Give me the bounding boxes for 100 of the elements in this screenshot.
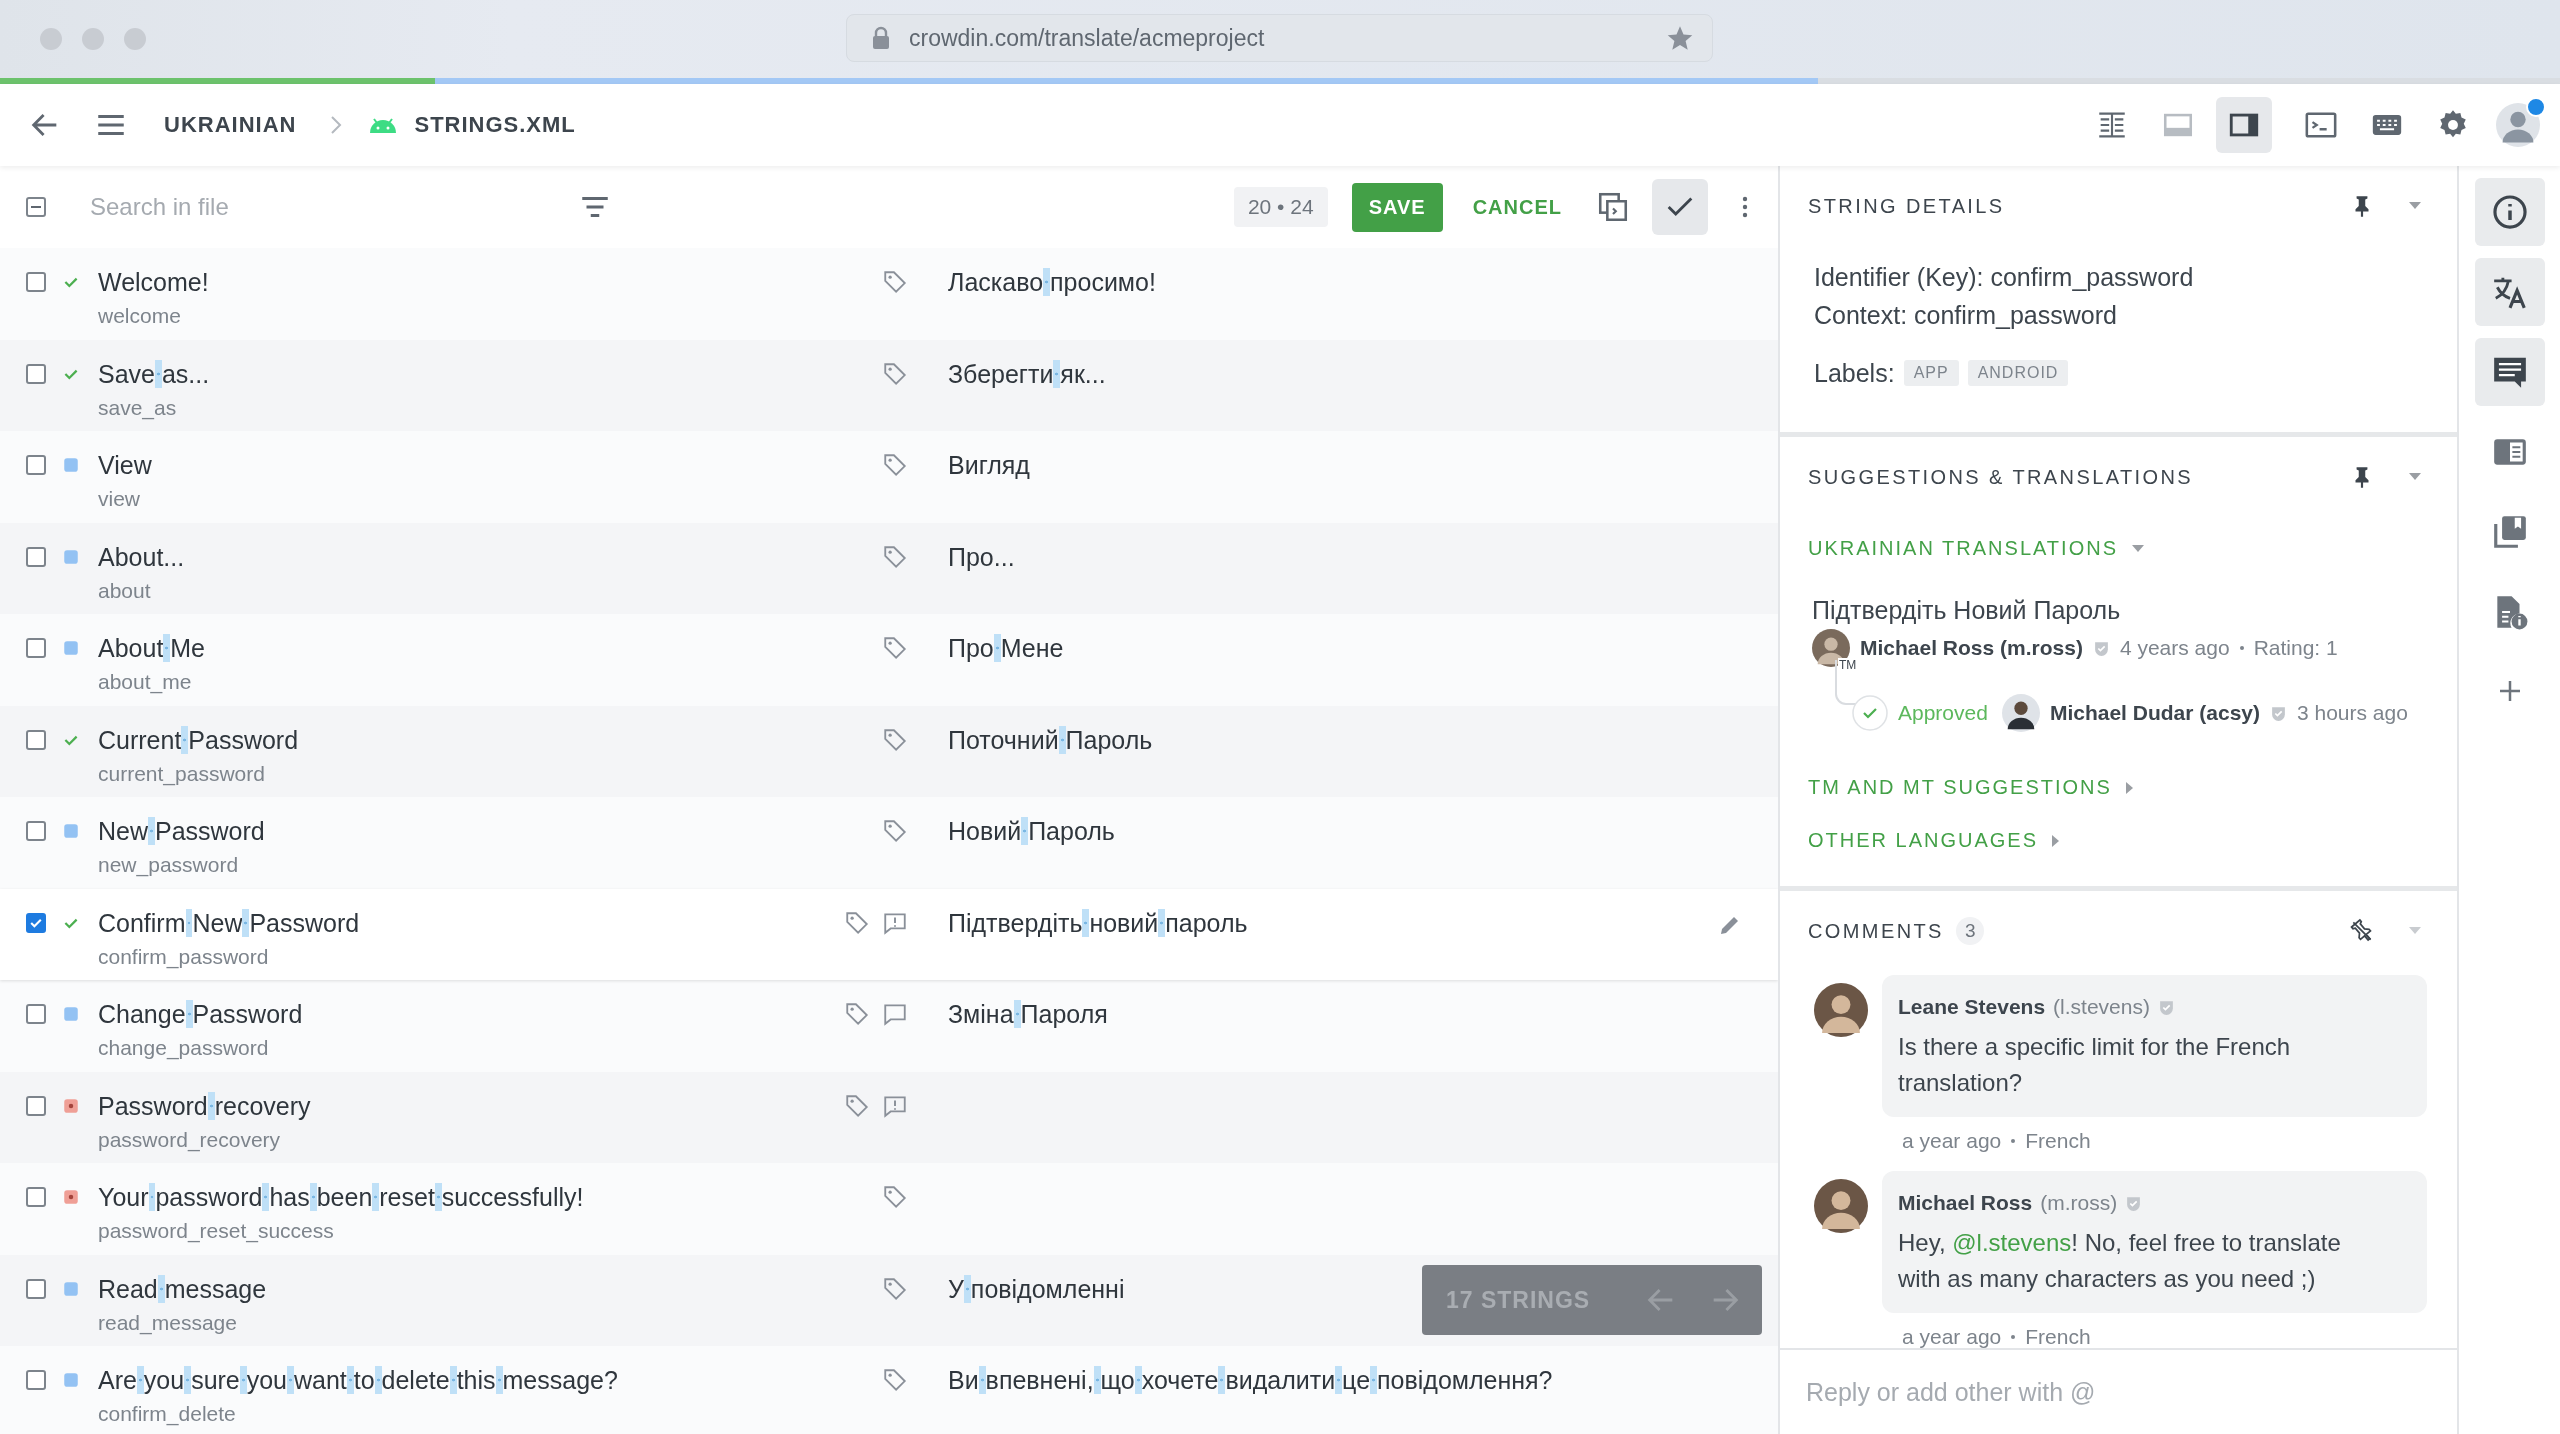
string-row[interactable]: New Password new_password Новий Пароль — [0, 797, 1778, 889]
translation-text: Про Мене — [948, 634, 1064, 662]
source-text: Confirm New Password — [98, 907, 360, 939]
layout-button[interactable] — [2216, 97, 2272, 153]
tag-icon[interactable] — [882, 543, 908, 570]
section-title: SUGGESTIONS & TRANSLATIONS — [1808, 465, 2194, 489]
url-text: crowdin.com/translate/acmeproject — [909, 24, 1266, 52]
string-row[interactable]: Password recovery password_recovery — [0, 1071, 1778, 1163]
tag-icon[interactable] — [882, 360, 908, 387]
row-checkbox[interactable] — [26, 1095, 46, 1116]
string-key: about_me — [98, 670, 192, 694]
more-icon[interactable] — [1742, 195, 1748, 219]
copy-icon[interactable] — [1596, 190, 1630, 224]
string-row[interactable]: Welcome! welcome Ласкаво просимо! — [0, 248, 1778, 340]
user-avatar — [2001, 694, 2040, 732]
caret-right-icon — [2052, 834, 2061, 847]
tag-icon[interactable] — [882, 269, 908, 295]
comment-count: 3 — [1955, 917, 1985, 945]
separator-dot — [2011, 1139, 2016, 1143]
info-icon — [2490, 193, 2529, 231]
source-text: About Me — [98, 633, 206, 664]
select-all-checkbox[interactable] — [26, 197, 46, 217]
panel-toggle-button[interactable] — [2474, 178, 2545, 246]
row-checkbox[interactable] — [26, 729, 46, 750]
user-avatar — [1814, 983, 1868, 1037]
search-field[interactable]: Search in file — [88, 192, 572, 222]
tag-icon[interactable] — [844, 1001, 870, 1027]
row-checkbox[interactable] — [26, 1004, 46, 1024]
comment-icon[interactable] — [882, 1001, 908, 1027]
tag-icon[interactable] — [882, 1184, 908, 1210]
translation-text: У повідомленні — [948, 1274, 1125, 1303]
source-text: View — [98, 450, 152, 481]
string-row[interactable]: Change Password change_password Зміна Пароля — [0, 980, 1778, 1072]
caret-down-icon — [2132, 544, 2144, 553]
file-name: STRINGS.XML — [414, 112, 576, 138]
verified-icon — [2092, 639, 2110, 657]
source-text: Current Password — [98, 724, 299, 756]
string-row[interactable]: Save as... save_as Зберегти як... — [0, 339, 1778, 431]
source-text: New Password — [98, 816, 265, 847]
row-checkbox[interactable] — [26, 912, 46, 933]
android-icon — [368, 116, 399, 134]
row-checkbox[interactable] — [26, 363, 46, 384]
caret-right-icon — [2125, 781, 2134, 794]
translation-text: Поточний Пароль — [948, 725, 1153, 754]
identifier-text: Identifier (Key): confirm_password — [1814, 262, 2195, 293]
verified-icon — [2157, 998, 2175, 1016]
row-checkbox[interactable] — [26, 821, 46, 841]
tag-icon[interactable] — [882, 452, 908, 478]
string-row[interactable]: About Me about_me Про Мене — [0, 614, 1778, 706]
string-key: password_recovery — [98, 1127, 281, 1152]
tag-icon[interactable] — [882, 1367, 908, 1393]
row-checkbox[interactable] — [26, 546, 46, 567]
string-counter: 20 • 24 — [1233, 187, 1328, 227]
comment-text: Is there a specific limit for the French translation? — [1898, 1032, 2292, 1098]
rating-text: Rating: 1 — [2253, 636, 2338, 660]
string-row[interactable]: Are you sure you want to delete this message? confirm_delete Ви впевнені, що хочете видалити це повідомлення? — [0, 1346, 1778, 1434]
translation-text: Зберегти як... — [948, 359, 1106, 388]
panel-toggle-button[interactable] — [2474, 258, 2545, 326]
string-key: welcome — [98, 304, 181, 328]
row-checkbox[interactable] — [26, 1187, 46, 1207]
chevron-right-icon — [330, 115, 343, 135]
timestamp: a year ago — [1902, 1325, 2002, 1348]
source-text: Password recovery — [98, 1090, 311, 1122]
translation-text: Новий Пароль — [948, 817, 1115, 845]
string-key: new_password — [98, 853, 239, 877]
string-row[interactable]: Current Password current_password Поточний Пароль — [0, 705, 1778, 797]
user-avatar[interactable] — [2496, 103, 2540, 147]
row-checkbox[interactable] — [26, 638, 46, 658]
translation-text: Про... — [948, 542, 1015, 571]
row-checkbox[interactable] — [26, 455, 46, 475]
row-checkbox[interactable] — [26, 272, 46, 292]
string-row[interactable]: View view Вигляд — [0, 431, 1778, 523]
source-text: Your password has been reset successfully! — [98, 1182, 584, 1213]
tag-icon[interactable] — [844, 1092, 870, 1119]
tag-icon[interactable] — [882, 635, 908, 661]
source-text: Are you sure you want to delete this message? — [98, 1365, 618, 1396]
lock-icon — [871, 26, 891, 50]
tag-icon[interactable] — [882, 726, 908, 753]
tag-icon[interactable] — [882, 818, 908, 844]
row-checkbox[interactable] — [26, 1278, 46, 1299]
tag-icon[interactable] — [882, 1275, 908, 1302]
approve-button[interactable] — [1652, 179, 1708, 235]
string-key: current_password — [98, 761, 265, 786]
source-text: Save as... — [98, 358, 210, 390]
address-bar[interactable]: crowdin.com/translate/acmeproject — [846, 14, 1713, 62]
caret-down-icon[interactable] — [2409, 202, 2421, 210]
panel-toggle-button[interactable] — [2474, 338, 2545, 406]
string-key: about — [98, 578, 151, 603]
star-icon[interactable] — [1666, 24, 1694, 52]
string-row[interactable]: About... about Про... — [0, 522, 1778, 614]
breadcrumb-link[interactable]: UKRAINIAN — [164, 112, 297, 138]
string-row[interactable]: Confirm New Password confirm_password Підтвердіть новий пароль — [0, 888, 1778, 980]
row-checkbox[interactable] — [26, 1370, 46, 1390]
source-text: About... — [98, 541, 185, 573]
labels-caption: Labels: — [1814, 358, 1895, 389]
tag-icon[interactable] — [844, 909, 870, 936]
caret-down-icon[interactable] — [2409, 473, 2421, 481]
string-row[interactable]: Your password has been reset successfully! password_reset_success — [0, 1163, 1778, 1255]
translation-text: Ласкаво просимо! — [948, 268, 1156, 296]
comment-text: Hey, @l.stevens! No, feel free to translate with as many characters as you need ;) — [1898, 1228, 2342, 1294]
